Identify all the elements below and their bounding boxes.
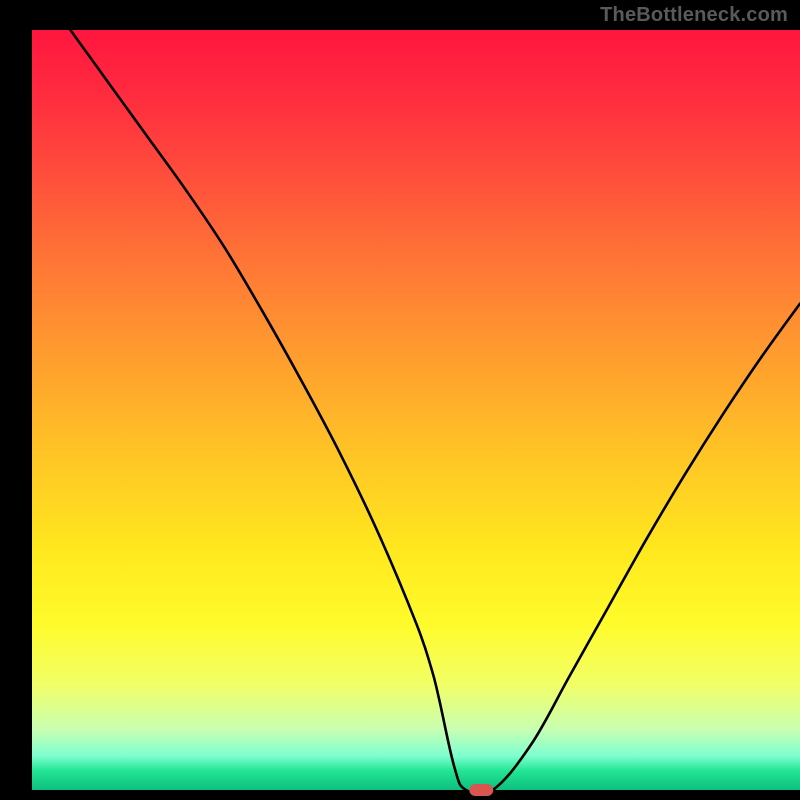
plot-background-gradient (32, 30, 800, 790)
chart-frame: { "watermark": "TheBottleneck.com", "cha… (0, 0, 800, 800)
bottleneck-chart (0, 0, 800, 800)
watermark-text: TheBottleneck.com (600, 4, 788, 27)
optimal-marker (469, 784, 493, 796)
